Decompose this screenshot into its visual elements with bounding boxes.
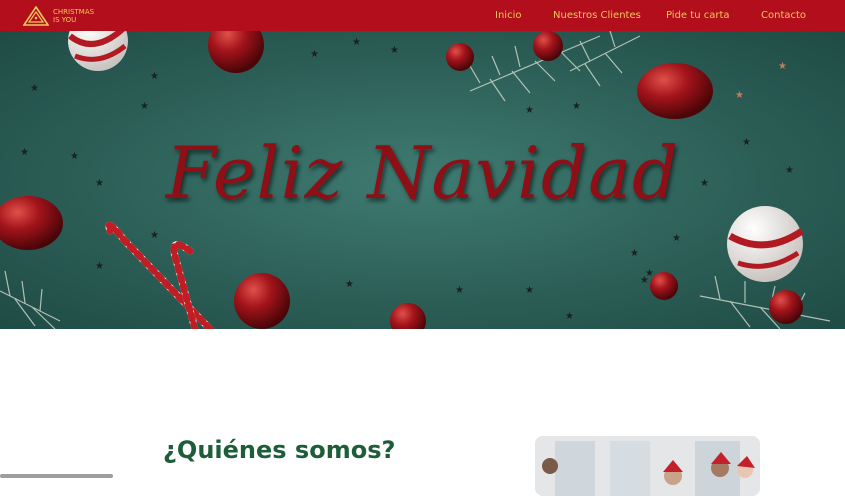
hero-title: Feliz Navidad xyxy=(165,131,680,215)
svg-text:★: ★ xyxy=(455,285,464,296)
svg-text:★: ★ xyxy=(310,49,319,60)
svg-text:★: ★ xyxy=(630,248,639,259)
svg-text:★: ★ xyxy=(140,101,149,112)
svg-text:★: ★ xyxy=(672,233,681,244)
team-photo xyxy=(535,436,760,496)
svg-text:★: ★ xyxy=(640,275,649,286)
nav-link-nuestros-clientes[interactable]: Nuestros Clientes xyxy=(553,10,641,21)
svg-text:★: ★ xyxy=(150,230,159,241)
hero-banner: ★ ★ ★ ★ ★ ★ ★ ★ ★ ★ ★ ★ ★ ★ ★ ★ ★ ★ ★ ★ ★ ★ ★ ★ ★ ★ xyxy=(0,31,845,329)
svg-text:★: ★ xyxy=(778,61,787,72)
svg-text:★: ★ xyxy=(30,83,39,94)
svg-text:★: ★ xyxy=(565,311,574,322)
svg-text:★: ★ xyxy=(345,279,354,290)
svg-text:★: ★ xyxy=(525,105,534,116)
section-title-about: ¿Quiénes somos? xyxy=(163,436,396,464)
nav-link-contacto[interactable]: Contacto xyxy=(761,10,806,21)
svg-text:★: ★ xyxy=(390,45,399,56)
svg-text:★: ★ xyxy=(150,71,159,82)
tree-triangle-icon xyxy=(23,6,49,26)
nav-link-pide-tu-carta[interactable]: Pide tu carta xyxy=(666,10,730,21)
horizontal-scrollbar[interactable] xyxy=(0,474,113,478)
svg-text:★: ★ xyxy=(95,261,104,272)
brand-line-2: IS YOU xyxy=(53,16,77,24)
team-photo-image xyxy=(535,436,760,496)
svg-text:★: ★ xyxy=(525,285,534,296)
brand-name: CHRISTMAS IS YOU xyxy=(53,8,94,24)
brand-line-1: CHRISTMAS xyxy=(53,8,95,16)
svg-text:★: ★ xyxy=(572,101,581,112)
brand-logo-link[interactable]: CHRISTMAS IS YOU xyxy=(23,6,94,26)
svg-text:★: ★ xyxy=(735,90,744,101)
nav-link-inicio[interactable]: Inicio xyxy=(495,10,521,21)
top-navbar: CHRISTMAS IS YOU Inicio Nuestros Cliente… xyxy=(0,0,845,31)
svg-text:★: ★ xyxy=(352,37,361,48)
